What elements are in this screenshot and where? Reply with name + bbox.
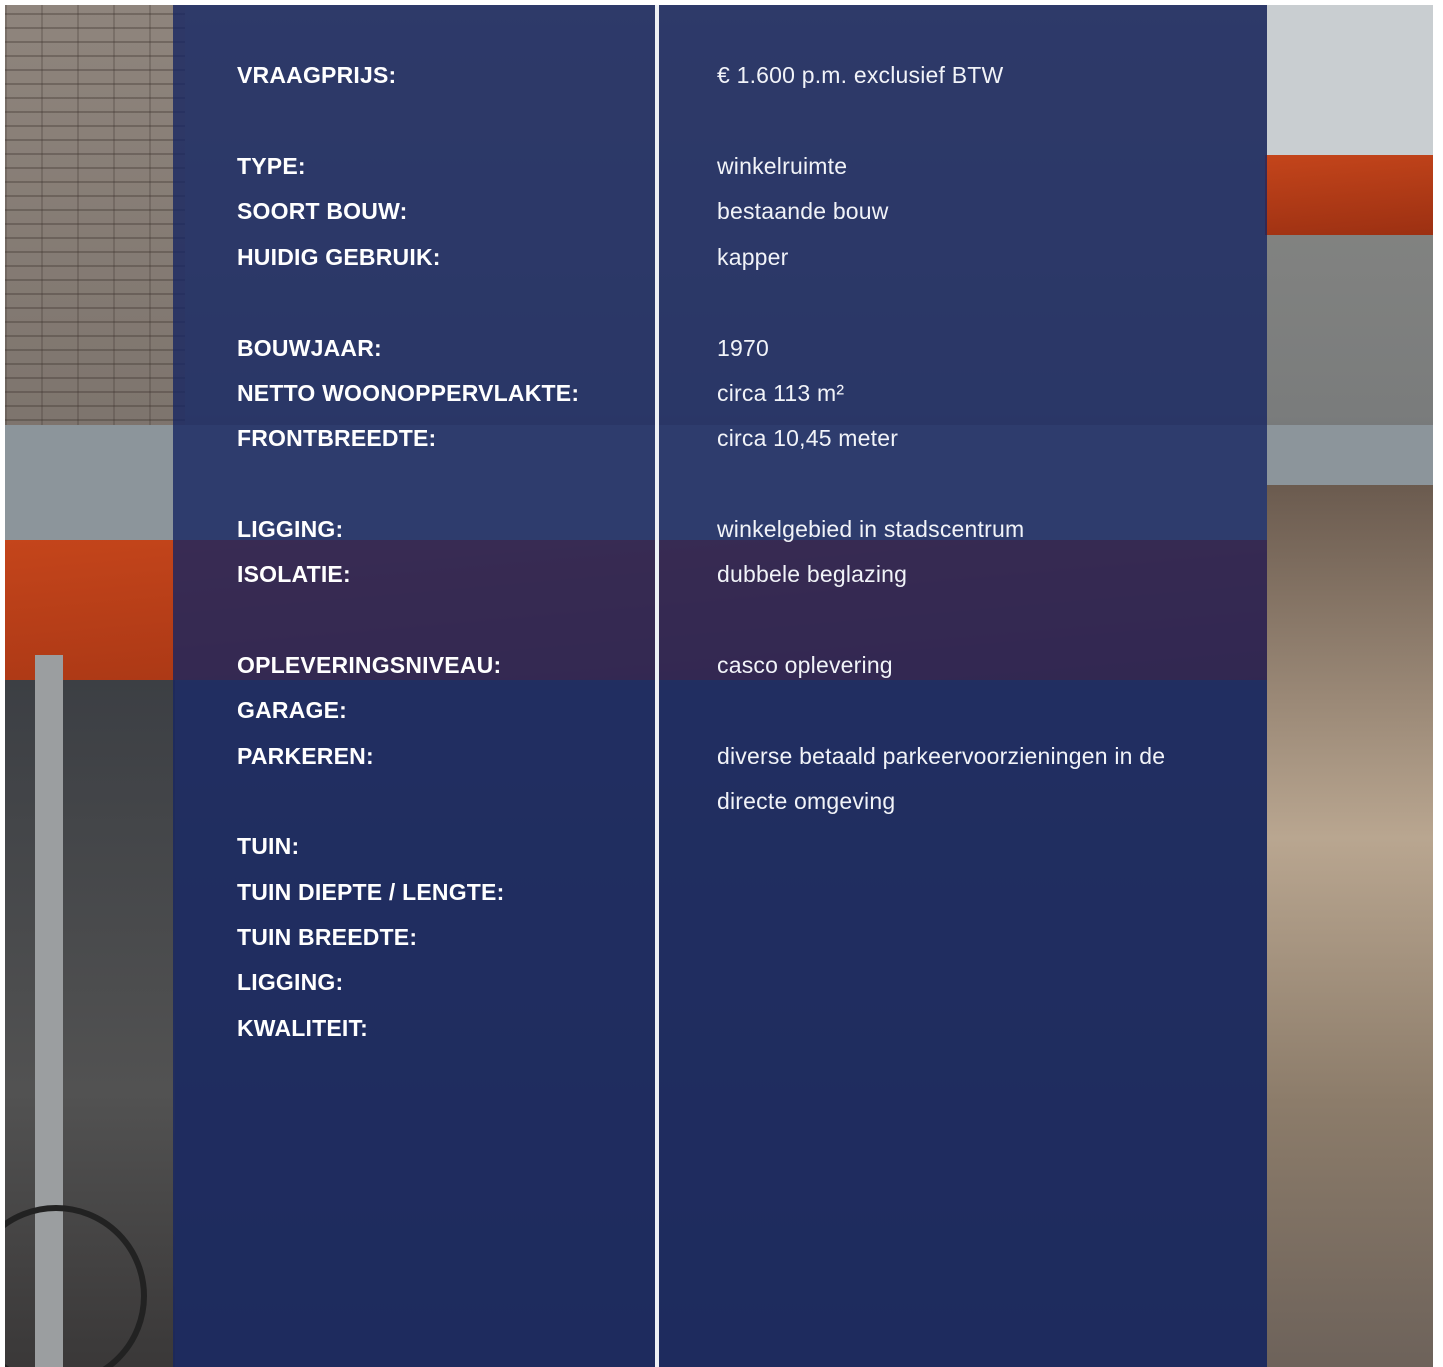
spec-label-vraagprijs: VRAAGPRIJS: [237,62,397,88]
spec-label-tuin-diepte: TUIN DIEPTE / LENGTE: [237,879,505,905]
spec-value-frontbreedte: circa 10,45 meter [717,425,899,451]
facade-right-top [1267,5,1433,165]
spec-label-huidig-gebruik: HUIDIG GEBRUIK: [237,244,441,270]
spec-label-ligging: LIGGING: [237,516,344,542]
spec-label-isolatie: ISOLATIE: [237,561,351,587]
spec-value-huidig-gebruik: kapper [717,244,789,270]
spec-value-isolatie: dubbele beglazing [717,561,908,587]
orange-canopy-top [1265,155,1433,235]
spec-value-netto-woonoppervlakte: circa 113 m² [717,380,845,406]
spec-value-type: winkelruimte [717,153,848,179]
spec-label-bouwjaar: BOUWJAAR: [237,335,382,361]
spec-value-ligging: winkelgebied in stadscentrum [717,516,1025,542]
spec-label-garage: GARAGE: [237,697,348,723]
spec-label-opleveringsniveau: OPLEVERINGSNIVEAU: [237,652,502,678]
spec-value-opleveringsniveau: casco oplevering [717,652,893,678]
spec-value-soort-bouw: bestaande bouw [717,198,889,224]
spec-label-tuin-breedte: TUIN BREEDTE: [237,924,418,950]
spec-label-netto-woonoppervlakte: NETTO WOONOPPERVLAKTE: [237,380,580,406]
spec-value-parkeren: diverse betaald parkeervoorzieningen in … [717,743,1166,814]
spec-label-soort-bouw: SOORT BOUW: [237,198,408,224]
spec-label-frontbreedte: FRONTBREEDTE: [237,425,437,451]
spec-label-kwaliteit: KWALITEIT: [237,1015,369,1041]
spec-value-vraagprijs: € 1.600 p.m. exclusief BTW [717,62,1004,88]
spec-label-parkeren: PARKEREN: [237,743,374,769]
brick-wall [5,5,185,435]
spec-value-bouwjaar: 1970 [717,335,769,361]
shop-window-right [1267,485,1433,1367]
spec-label-tuin-ligging: LIGGING: [237,969,344,995]
spec-label-tuin: TUIN: [237,833,300,859]
spec-label-type: TYPE: [237,153,306,179]
